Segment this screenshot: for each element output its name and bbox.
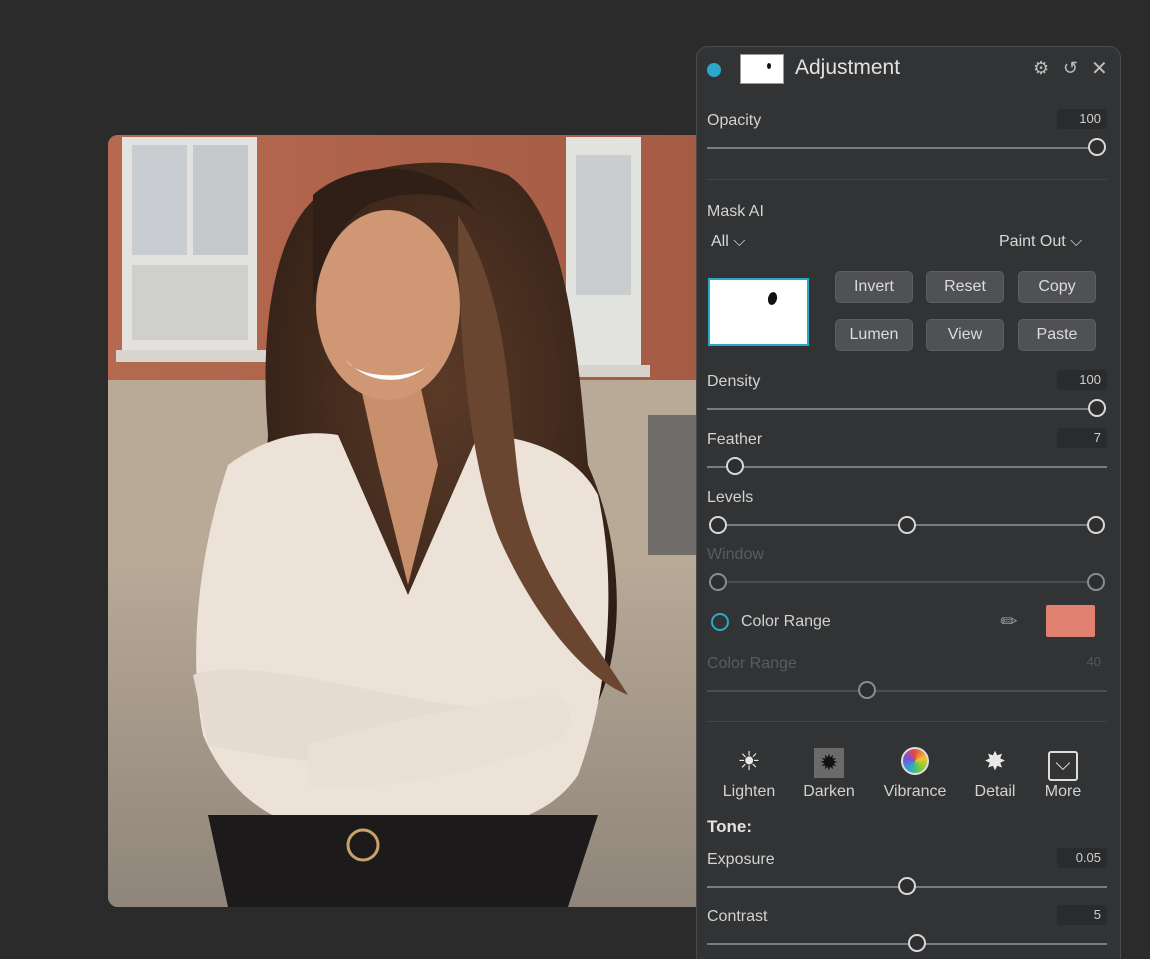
darken-tool[interactable]: ✹ Darken: [797, 743, 861, 801]
chevron-down-icon: ⌵: [1070, 233, 1083, 250]
invert-button[interactable]: Invert: [835, 271, 913, 303]
density-value[interactable]: 100: [1057, 370, 1107, 390]
feather-label: Feather: [707, 431, 763, 448]
divider: [707, 179, 1107, 180]
opacity-slider[interactable]: [707, 138, 1106, 156]
levels-slider[interactable]: [709, 516, 1105, 534]
window-slider[interactable]: [709, 573, 1105, 591]
layer-mask-thumbnail[interactable]: [740, 54, 784, 84]
divider: [707, 721, 1107, 722]
exposure-value[interactable]: 0.05: [1057, 848, 1107, 868]
contrast-slider-thumb[interactable]: [908, 934, 926, 952]
color-range-label: Color Range: [707, 655, 797, 672]
feather-value[interactable]: 7: [1057, 428, 1107, 448]
sparkle-icon: ✸: [984, 746, 1006, 776]
window-slider-thumb-0[interactable]: [709, 573, 727, 591]
copy-button[interactable]: Copy: [1018, 271, 1096, 303]
mask-preview[interactable]: [708, 278, 809, 346]
undo-icon[interactable]: ↺: [1063, 58, 1078, 79]
photo-canvas[interactable]: [108, 135, 708, 907]
mask-ai-label: Mask AI: [707, 203, 764, 220]
detail-label: Detail: [974, 783, 1016, 800]
contrast-label: Contrast: [707, 908, 768, 925]
exposure-slider[interactable]: [707, 877, 1107, 895]
color-range-slider[interactable]: [707, 681, 1107, 699]
gear-icon[interactable]: ⚙: [1033, 58, 1049, 79]
more-label: More: [1044, 783, 1082, 800]
contrast-value[interactable]: 5: [1057, 905, 1107, 925]
density-slider-thumb[interactable]: [1088, 399, 1106, 417]
window-label: Window: [707, 546, 764, 563]
reset-button[interactable]: Reset: [926, 271, 1004, 303]
opacity-value[interactable]: 100: [1057, 109, 1107, 129]
color-wheel-icon: [877, 743, 953, 779]
color-range-toggle-label: Color Range: [741, 613, 831, 630]
panel-title: Adjustment: [795, 56, 901, 79]
more-tool[interactable]: ⌵ More: [1031, 743, 1095, 801]
dark-sun-icon: ✹: [797, 743, 861, 779]
view-button[interactable]: View: [926, 319, 1004, 351]
sun-icon: ☀: [737, 746, 761, 776]
opacity-label: Opacity: [707, 112, 762, 129]
levels-slider-thumb-0[interactable]: [709, 516, 727, 534]
levels-label: Levels: [707, 489, 754, 506]
paste-button[interactable]: Paste: [1018, 319, 1096, 351]
darken-label: Darken: [803, 783, 855, 800]
eyedropper-icon[interactable]: ✎: [995, 607, 1025, 637]
levels-slider-thumb-2[interactable]: [1087, 516, 1105, 534]
chevron-down-icon: ⌵: [733, 233, 746, 250]
tone-heading: Tone:: [707, 817, 753, 836]
contrast-slider[interactable]: [707, 934, 1107, 952]
color-range-slider-thumb[interactable]: [858, 681, 876, 699]
density-slider[interactable]: [707, 399, 1106, 417]
mask-mode-value: Paint Out: [999, 233, 1066, 250]
mask-scope-value: All: [711, 233, 729, 250]
layer-visibility-dot[interactable]: [707, 63, 721, 77]
portrait-image: [108, 135, 708, 907]
levels-slider-thumb-1[interactable]: [898, 516, 916, 534]
color-range-value[interactable]: 40: [1057, 652, 1107, 672]
detail-tool[interactable]: ✸ Detail: [963, 743, 1027, 801]
vibrance-label: Vibrance: [883, 783, 947, 800]
close-icon[interactable]: ✕: [1091, 56, 1108, 81]
density-label: Density: [707, 373, 761, 390]
window-slider-thumb-1[interactable]: [1087, 573, 1105, 591]
feather-slider[interactable]: [707, 457, 1107, 475]
lighten-tool[interactable]: ☀ Lighten: [717, 743, 781, 801]
adjustment-panel: Adjustment ⚙ ↺ ✕ Opacity 100 Mask AI All…: [696, 46, 1121, 959]
exposure-slider-thumb[interactable]: [898, 877, 916, 895]
color-swatch[interactable]: [1046, 605, 1095, 637]
exposure-label: Exposure: [707, 851, 775, 868]
lighten-label: Lighten: [722, 783, 776, 800]
color-range-radio[interactable]: [711, 613, 729, 631]
more-icon: ⌵: [1031, 743, 1095, 781]
lumen-button[interactable]: Lumen: [835, 319, 913, 351]
feather-slider-thumb[interactable]: [726, 457, 744, 475]
vibrance-tool[interactable]: Vibrance: [877, 743, 953, 801]
mask-mode-dropdown[interactable]: Paint Out ⌵: [999, 233, 1082, 251]
mask-scope-dropdown[interactable]: All ⌵: [711, 233, 745, 251]
opacity-slider-thumb[interactable]: [1088, 138, 1106, 156]
